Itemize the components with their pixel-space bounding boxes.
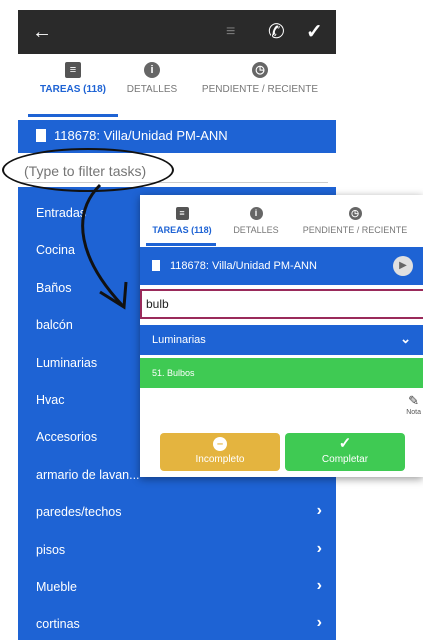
inset-group-header[interactable]: Luminarias ⌄	[140, 325, 423, 355]
complete-button[interactable]: ✓ Completar	[285, 433, 405, 471]
check-icon: ✓	[338, 435, 352, 452]
list-icon: ≡	[175, 207, 189, 220]
inset-screenshot: ≡ TAREAS (118) i DETALLES ◷ PENDIENTE / …	[140, 195, 423, 477]
active-tab-indicator	[146, 243, 216, 246]
incomplete-button[interactable]: – Incompleto	[160, 433, 280, 471]
minus-circle-icon: –	[213, 437, 227, 451]
inset-filter-input[interactable]	[144, 294, 418, 314]
inset-tab-pendiente[interactable]: ◷ PENDIENTE / RECIENTE	[294, 207, 416, 235]
document-icon	[152, 260, 160, 271]
inset-tab-label: PENDIENTE / RECIENTE	[302, 225, 408, 235]
note-button[interactable]: ✎ Nota	[406, 393, 421, 416]
clock-icon: ◷	[348, 207, 362, 220]
inset-property-title: 118678: Villa/Unidad PM-ANN	[170, 260, 317, 272]
inset-tab-label: TAREAS (118)	[152, 225, 212, 235]
inset-property-header: 118678: Villa/Unidad PM-ANN ▶	[140, 247, 423, 285]
inset-filter-bar	[140, 289, 423, 319]
play-icon[interactable]: ▶	[393, 256, 413, 276]
inset-tab-label: DETALLES	[233, 225, 279, 235]
inset-tab-tareas[interactable]: ≡ TAREAS (118)	[146, 207, 218, 235]
note-label: Nota	[406, 409, 421, 416]
inset-task-item[interactable]: 51. Bulbos	[140, 358, 423, 388]
group-label: Luminarias	[152, 334, 206, 346]
chevron-down-icon: ⌄	[400, 331, 411, 346]
inset-tab-detalles[interactable]: i DETALLES	[228, 207, 284, 235]
complete-label: Completar	[321, 454, 369, 465]
info-icon: i	[249, 207, 263, 220]
incomplete-label: Incompleto	[195, 454, 245, 465]
edit-icon: ✎	[408, 393, 420, 408]
arrow-curve	[81, 183, 124, 307]
task-label: 51. Bulbos	[152, 368, 195, 378]
